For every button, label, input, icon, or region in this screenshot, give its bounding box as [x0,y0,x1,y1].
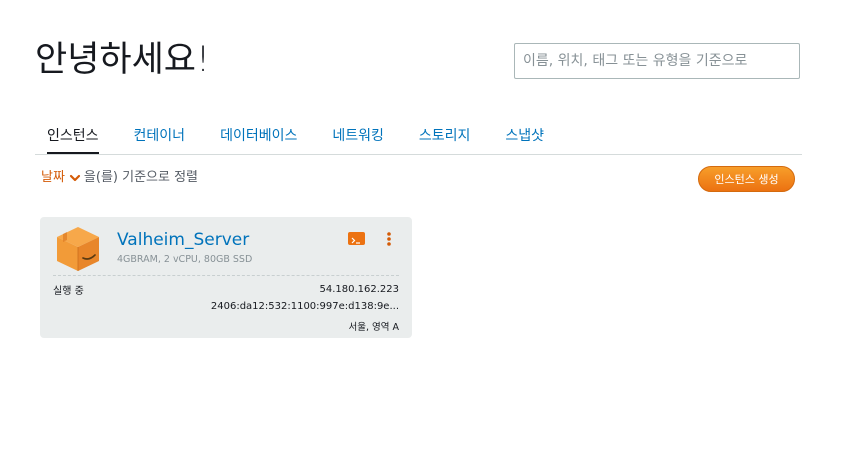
sort-key-dropdown[interactable]: 날짜 [41,168,65,188]
search-input[interactable] [514,43,800,79]
instance-card: Valheim_Server 4GBRAM, 2 vCPU, 80GB SSD … [40,217,412,338]
instance-status: 실행 중 [53,286,84,297]
box-icon [57,227,99,271]
card-divider [53,275,399,276]
instance-ipv6: 2406:da12:532:1100:997e:d138:9e... [210,301,399,312]
create-instance-button[interactable]: 인스턴스 생성 [698,166,795,192]
tab-networking[interactable]: 네트워킹 [332,126,384,154]
chevron-down-icon[interactable] [68,171,82,185]
tab-databases[interactable]: 데이터베이스 [220,126,297,154]
sort-control: 날짜 을(를) 기준으로 정렬 [41,168,198,188]
instance-region: 서울, 영역 A [348,322,399,333]
tab-containers[interactable]: 컨테이너 [134,126,186,154]
tab-snapshots[interactable]: 스냅샷 [505,126,544,154]
terminal-icon[interactable] [348,232,365,245]
tab-instances[interactable]: 인스턴스 [47,126,99,154]
instance-spec: 4GBRAM, 2 vCPU, 80GB SSD [117,254,253,265]
instance-ipv4: 54.180.162.223 [319,284,399,295]
page-title: 안녕하세요! [35,40,211,80]
tab-bar: 인스턴스 컨테이너 데이터베이스 네트워킹 스토리지 스냅샷 [35,126,802,155]
sort-label: 을(를) 기준으로 정렬 [83,170,199,185]
page: 안녕하세요! 인스턴스 컨테이너 데이터베이스 네트워킹 스토리지 스냅샷 날짜… [0,0,843,470]
instance-name-link[interactable]: Valheim_Server [117,230,249,250]
more-vertical-icon[interactable] [384,231,394,247]
tab-storage[interactable]: 스토리지 [419,126,471,154]
